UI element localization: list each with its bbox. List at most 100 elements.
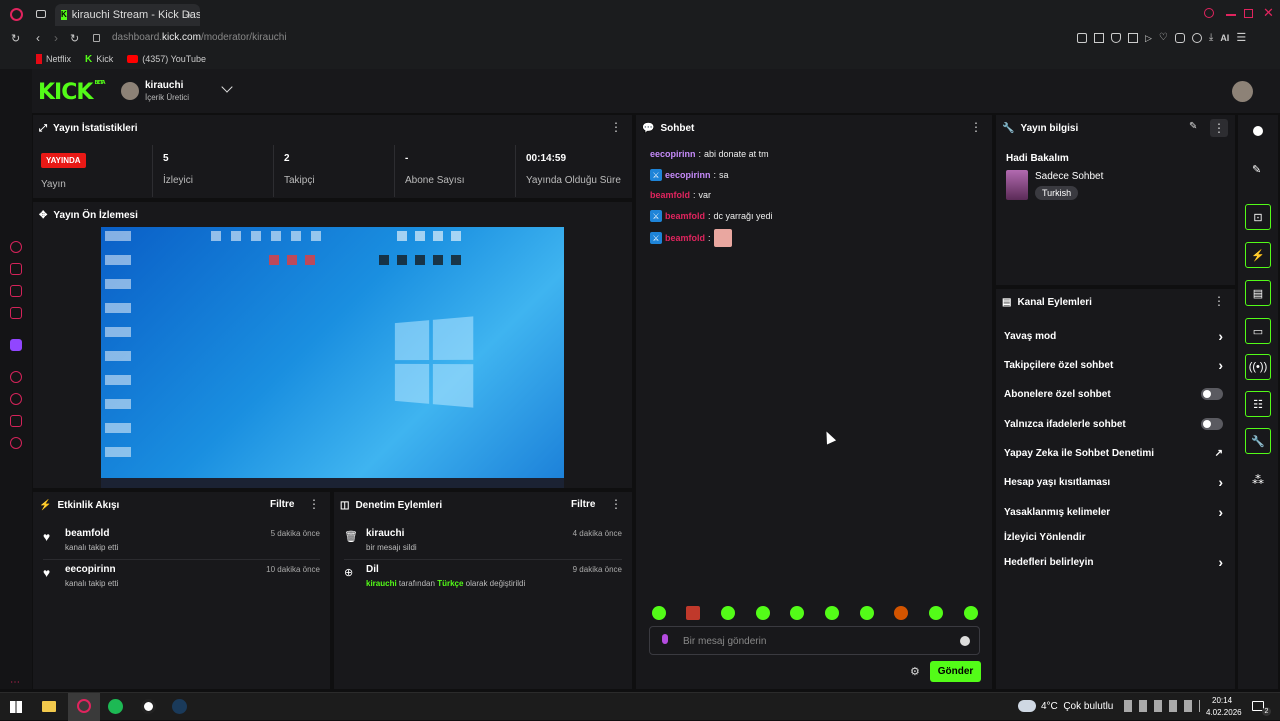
sidebar-app-icon[interactable] [10, 285, 22, 297]
forward-button[interactable]: › [54, 31, 58, 45]
wrench-icon[interactable]: 🔧 [1245, 428, 1271, 454]
category-thumbnail[interactable] [1006, 170, 1028, 200]
send-button[interactable]: Gönder [930, 661, 981, 682]
info-icon[interactable] [1253, 126, 1263, 136]
channel-name[interactable]: kirauchi [145, 80, 183, 91]
search-icon[interactable] [1204, 8, 1214, 18]
chat-message[interactable]: ⚔ beamfold: dc yarrağı yedi [650, 210, 773, 222]
reload-button[interactable]: ↻ [70, 32, 79, 45]
raid-icon[interactable]: ⚡ [1245, 242, 1271, 268]
activity-user[interactable]: eecopirinn [65, 564, 116, 575]
microphone-icon[interactable] [662, 634, 668, 644]
user-avatar[interactable] [1232, 81, 1253, 102]
chat-username[interactable]: beamfold [665, 233, 705, 243]
more-options-icon[interactable]: ⋮ [308, 498, 320, 510]
emote-icon[interactable] [894, 606, 908, 620]
clock-date[interactable]: 4.02.2026 [1206, 708, 1242, 717]
steam-icon[interactable] [172, 699, 187, 714]
file-explorer-icon[interactable] [42, 701, 56, 712]
bookmark-youtube[interactable]: (4357) YouTube [127, 54, 206, 64]
emote-icon[interactable] [686, 606, 700, 620]
minimize-button[interactable] [1226, 14, 1236, 16]
chat-username[interactable]: eecopirinn [650, 149, 696, 159]
maximize-button[interactable] [1244, 9, 1253, 18]
play-icon[interactable]: ▷ [1145, 33, 1152, 43]
weather-text[interactable]: 4°C Çok bulutlu [1041, 701, 1113, 712]
action-host[interactable]: İzleyici Yönlendir [1004, 526, 1223, 548]
action-account-age[interactable]: Hesap yaşı kısıtlaması › [1004, 471, 1223, 493]
back-button[interactable]: ‹ [36, 31, 40, 45]
action-followers-only[interactable]: Takipçilere özel sohbet › [1004, 354, 1223, 376]
add-widget-icon[interactable]: ⁂ [1252, 473, 1264, 487]
action-ai-moderation[interactable]: Yapay Zeka ile Sohbet Denetimi ↗ [1004, 442, 1223, 464]
edit-layout-icon[interactable]: ✎ [1252, 163, 1261, 176]
more-icon[interactable]: ⋯ [10, 677, 22, 689]
chat-username[interactable]: beamfold [650, 190, 690, 200]
workspaces-icon[interactable] [36, 10, 46, 18]
extensions-icon[interactable] [10, 415, 22, 427]
shield-icon[interactable] [1111, 33, 1121, 43]
more-options-icon[interactable]: ⋮ [610, 498, 622, 510]
new-tab-button[interactable]: + [185, 7, 193, 22]
pin-icon[interactable] [1077, 33, 1087, 43]
url-field[interactable]: dashboard.kick.com/moderator/kirauchi [112, 32, 287, 43]
chat-message[interactable]: eecopirinn: abi donate at tm [650, 149, 769, 159]
action-goals[interactable]: Hedefleri belirleyin › [1004, 551, 1223, 573]
chat-message[interactable]: ⚔ eecopirinn: sa [650, 169, 729, 181]
poll-icon[interactable]: ☷ [1245, 391, 1271, 417]
chat-input[interactable]: Bir mesaj gönderin [649, 626, 980, 655]
spotify-icon[interactable] [108, 699, 123, 714]
extensions-icon[interactable] [1174, 33, 1185, 43]
action-banned-words[interactable]: Yasaklanmış kelimeler › [1004, 501, 1223, 523]
emote-icon[interactable] [756, 606, 770, 620]
emote-icon[interactable] [929, 606, 943, 620]
chat-bubble-icon[interactable]: ▭ [1245, 318, 1271, 344]
bookmark-icon[interactable] [1128, 33, 1138, 43]
sidebar-app-icon[interactable] [10, 241, 22, 253]
more-options-icon[interactable]: ⋮ [1210, 119, 1228, 137]
stream-preview-video[interactable] [101, 227, 564, 488]
channel-switcher-chevron-icon[interactable] [221, 81, 233, 93]
actor-link[interactable]: kirauchi [366, 579, 397, 588]
settings-icon[interactable] [10, 437, 22, 449]
heart-icon[interactable]: ♡ [1159, 33, 1168, 43]
category-name[interactable]: Sadece Sohbet [1035, 171, 1103, 182]
emote-icon[interactable] [790, 606, 804, 620]
obs-icon[interactable] [141, 699, 156, 714]
emoji-icon[interactable] [960, 636, 970, 646]
extension-icons[interactable]: ▷ ♡ ⤓ AI ☰ [1077, 33, 1246, 44]
more-options-icon[interactable]: ⋮ [1213, 295, 1225, 307]
download-icon[interactable]: ⤓ [1209, 33, 1213, 43]
channel-avatar[interactable] [121, 82, 139, 100]
broadcast-icon[interactable]: ((•)) [1245, 354, 1271, 380]
emotes-only-toggle[interactable] [1201, 418, 1223, 430]
twitch-icon[interactable] [10, 339, 22, 351]
moderation-user[interactable]: kirauchi [366, 528, 404, 539]
bookmark-netflix[interactable]: Netflix [36, 54, 71, 64]
profile-icon[interactable] [1191, 33, 1202, 43]
bookmark-kick[interactable]: K Kick [85, 54, 113, 65]
activity-user[interactable]: beamfold [65, 528, 109, 539]
sidebar-app-icon[interactable] [10, 263, 22, 275]
chat-settings-gear-icon[interactable]: ⚙ [910, 665, 920, 678]
more-options-icon[interactable]: ⋮ [970, 121, 982, 133]
chat-message[interactable]: ⚔ beamfold: [650, 229, 732, 247]
browser-tab[interactable]: K kirauchi Stream - Kick Das [55, 4, 200, 26]
start-button[interactable] [10, 701, 22, 713]
emote-icon[interactable] [825, 606, 839, 620]
more-options-icon[interactable]: ⋮ [610, 121, 622, 133]
snapshot-icon[interactable] [1094, 33, 1104, 43]
opera-taskbar-icon[interactable] [68, 693, 100, 721]
edit-icon[interactable]: ✎ [1189, 121, 1197, 132]
close-button[interactable]: ✕ [1263, 5, 1274, 21]
system-tray[interactable] [1124, 700, 1200, 712]
player-icon[interactable] [10, 371, 22, 383]
filter-button[interactable]: Filtre [270, 499, 294, 510]
notes-icon[interactable]: ▤ [1245, 280, 1271, 306]
chat-message[interactable]: beamfold: var [650, 190, 711, 200]
subscribers-only-toggle[interactable] [1201, 388, 1223, 400]
clip-icon[interactable]: ⊡ [1245, 204, 1271, 230]
clock-time[interactable]: 20:14 [1212, 696, 1232, 705]
chat-username[interactable]: beamfold [665, 211, 705, 221]
emote-icon[interactable] [964, 606, 978, 620]
